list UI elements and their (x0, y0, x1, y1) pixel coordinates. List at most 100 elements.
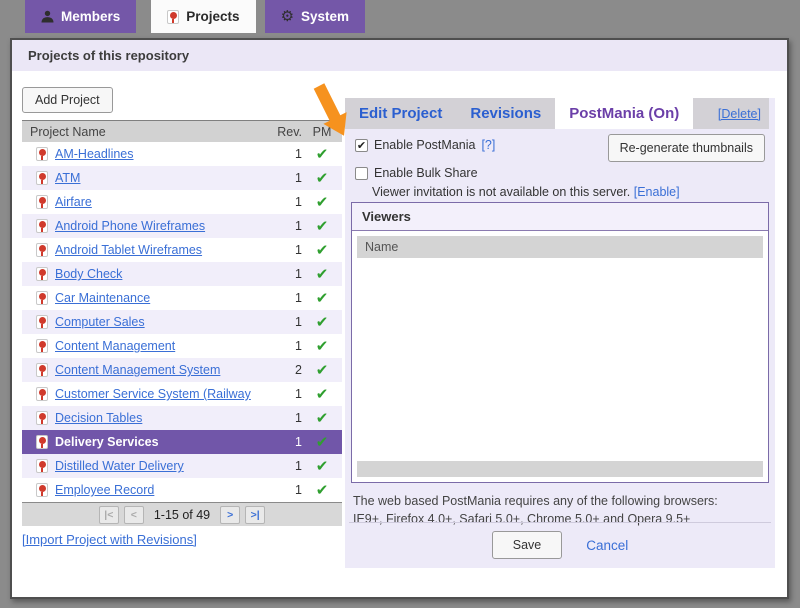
project-link[interactable]: Airfare (55, 195, 276, 209)
project-detail-panel: Edit Project Revisions PostMania (On) [D… (345, 98, 775, 568)
enable-postmania-row: ✔ Enable PostMania [?] (355, 138, 495, 152)
pm-check-icon: ✔ (302, 313, 342, 331)
project-pin-icon (167, 10, 179, 24)
project-icon (36, 483, 48, 497)
project-rev: 1 (276, 339, 302, 353)
project-link[interactable]: AM-Headlines (55, 147, 276, 161)
column-pm: PM (302, 125, 342, 139)
project-icon (36, 195, 48, 209)
column-project-name: Project Name (22, 125, 262, 139)
project-rev: 1 (276, 315, 302, 329)
gear-icon: ⚙ (281, 9, 294, 24)
table-row[interactable]: Customer Service System (Railway1✔ (22, 382, 342, 406)
delete-project-link[interactable]: [Delete] (718, 107, 769, 121)
pagination-first-button[interactable]: |< (99, 506, 119, 524)
project-rev: 1 (276, 411, 302, 425)
project-icon (36, 267, 48, 281)
project-icon (36, 411, 48, 425)
footer-divider (349, 522, 771, 523)
projects-table-header: Project Name Rev. PM (22, 120, 342, 142)
table-row[interactable]: Distilled Water Delivery1✔ (22, 454, 342, 478)
project-link[interactable]: Customer Service System (Railway (55, 387, 276, 401)
viewer-invitation-enable-link[interactable]: [Enable] (634, 185, 680, 199)
footer-actions: Save Cancel (345, 531, 775, 559)
pm-check-icon: ✔ (302, 217, 342, 235)
table-row[interactable]: Android Phone Wireframes1✔ (22, 214, 342, 238)
project-link[interactable]: Decision Tables (55, 411, 276, 425)
tab-members[interactable]: Members (25, 0, 136, 33)
table-row[interactable]: Computer Sales1✔ (22, 310, 342, 334)
tab-system[interactable]: ⚙ System (265, 0, 365, 33)
project-icon (36, 339, 48, 353)
project-icon (36, 435, 48, 449)
project-link[interactable]: Car Maintenance (55, 291, 276, 305)
pagination-next-button[interactable]: > (220, 506, 240, 524)
browser-note-line1: The web based PostMania requires any of … (353, 492, 718, 510)
table-row[interactable]: ATM1✔ (22, 166, 342, 190)
project-link[interactable]: Android Phone Wireframes (55, 219, 276, 233)
table-row[interactable]: Body Check1✔ (22, 262, 342, 286)
project-icon (36, 243, 48, 257)
tab-projects[interactable]: Projects (151, 0, 255, 33)
pm-check-icon: ✔ (302, 433, 342, 451)
pagination-range-label: 1-15 of 49 (154, 508, 210, 522)
pm-check-icon: ✔ (302, 145, 342, 163)
project-rev: 1 (276, 267, 302, 281)
postmania-help-link[interactable]: [?] (481, 138, 495, 152)
add-project-button[interactable]: Add Project (22, 87, 113, 113)
pm-check-icon: ✔ (302, 337, 342, 355)
project-icon (36, 147, 48, 161)
table-row[interactable]: Airfare1✔ (22, 190, 342, 214)
cancel-link[interactable]: Cancel (586, 538, 628, 553)
pm-check-icon: ✔ (302, 361, 342, 379)
top-nav: Members Projects ⚙ System (0, 0, 800, 33)
detail-tabs: Edit Project Revisions PostMania (On) [D… (345, 98, 769, 129)
project-rows: AM-Headlines1✔ATM1✔Airfare1✔Android Phon… (22, 142, 342, 502)
pagination-last-button[interactable]: >| (245, 506, 265, 524)
viewers-title: Viewers (352, 203, 768, 231)
viewer-invitation-note: Viewer invitation is not available on th… (372, 185, 680, 199)
main-panel: Projects of this repository Add Project … (10, 38, 789, 599)
tab-postmania[interactable]: PostMania (On) (555, 98, 693, 129)
project-link[interactable]: Body Check (55, 267, 276, 281)
table-row[interactable]: Employee Record1✔ (22, 478, 342, 502)
project-link[interactable]: Delivery Services (55, 435, 276, 449)
table-row[interactable]: Delivery Services1✔ (22, 430, 342, 454)
table-row[interactable]: Car Maintenance1✔ (22, 286, 342, 310)
project-link[interactable]: ATM (55, 171, 276, 185)
enable-bulk-share-row: Enable Bulk Share (355, 166, 478, 180)
project-link[interactable]: Distilled Water Delivery (55, 459, 276, 473)
project-icon (36, 219, 48, 233)
project-link[interactable]: Content Management System (55, 363, 276, 377)
tab-edit-project[interactable]: Edit Project (345, 98, 456, 129)
enable-bulk-share-checkbox[interactable] (355, 167, 368, 180)
project-link[interactable]: Android Tablet Wireframes (55, 243, 276, 257)
project-link[interactable]: Employee Record (55, 483, 276, 497)
project-rev: 2 (276, 363, 302, 377)
viewers-empty-area (352, 258, 768, 461)
pm-check-icon: ✔ (302, 169, 342, 187)
save-button[interactable]: Save (492, 531, 563, 559)
table-row[interactable]: Content Management System2✔ (22, 358, 342, 382)
project-link[interactable]: Computer Sales (55, 315, 276, 329)
table-row[interactable]: Content Management1✔ (22, 334, 342, 358)
table-row[interactable]: Decision Tables1✔ (22, 406, 342, 430)
project-rev: 1 (276, 435, 302, 449)
pm-check-icon: ✔ (302, 385, 342, 403)
table-row[interactable]: AM-Headlines1✔ (22, 142, 342, 166)
project-rev: 1 (276, 243, 302, 257)
pagination-prev-button[interactable]: < (124, 506, 144, 524)
project-icon (36, 171, 48, 185)
project-icon (36, 291, 48, 305)
tab-revisions[interactable]: Revisions (456, 98, 555, 129)
table-row[interactable]: Android Tablet Wireframes1✔ (22, 238, 342, 262)
pm-check-icon: ✔ (302, 481, 342, 499)
project-link[interactable]: Content Management (55, 339, 276, 353)
project-rev: 1 (276, 387, 302, 401)
project-icon (36, 387, 48, 401)
viewers-scrollbar-track[interactable] (357, 461, 763, 477)
regenerate-thumbnails-button[interactable]: Re-generate thumbnails (608, 134, 765, 162)
column-rev: Rev. (262, 125, 302, 139)
enable-postmania-checkbox[interactable]: ✔ (355, 139, 368, 152)
import-project-link[interactable]: [Import Project with Revisions] (22, 532, 197, 547)
